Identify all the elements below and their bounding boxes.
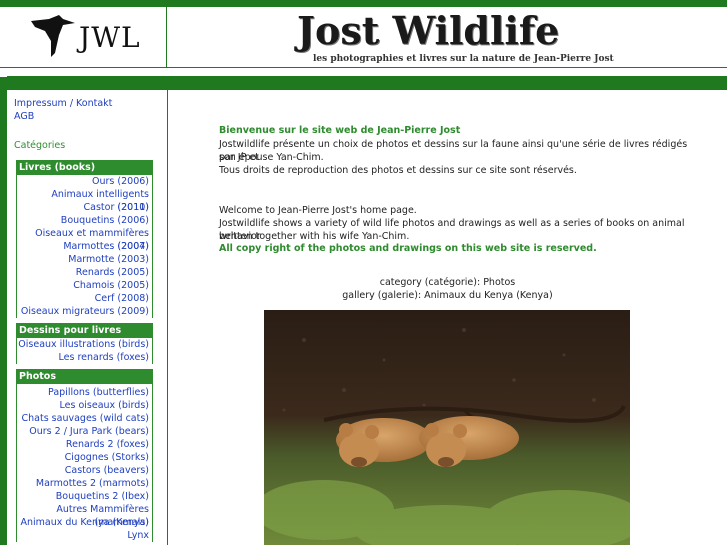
menu-item-papillons[interactable]: Papillons (butterflies) [17,386,152,399]
lion-cubs-photo-image [264,310,630,545]
menu-item-bouquetins[interactable]: Bouquetins (2006) [17,214,152,227]
menu-item-renards[interactable]: Renards (2005) [17,266,152,279]
menu-photos-header[interactable]: Photos [16,369,153,384]
left-green-strip [0,90,7,545]
site-header: JWL Jost Wildlife les photographies et l… [0,7,727,67]
menu-item-ours-2-jura[interactable]: Ours 2 / Jura Park (bears) [17,425,152,438]
agb-link[interactable]: AGB [14,111,34,122]
menu-item-renards-2[interactable]: Renards 2 (foxes) [17,438,152,451]
welcome-en: Welcome to Jean-Pierre Jost's home page. [219,205,417,216]
menu-item-marmotte-2003[interactable]: Marmotte (2003) [17,253,152,266]
menu-drawings: Dessins pour livres Oiseaux illustration… [16,323,153,364]
menu-item-oiseaux-migrateurs[interactable]: Oiseaux migrateurs (2009) [17,305,152,318]
category-line: category (catégorie): Photos [379,277,516,288]
menu-books-header[interactable]: Livres (books) [16,160,153,175]
menu-item-marmottes-2[interactable]: Marmottes 2 (marmots) [17,477,152,490]
menu-item-lynx[interactable]: Lynx [17,529,152,542]
menu-item-oiseaux-mammiferes[interactable]: Oiseaux et mammifères (2007) [17,227,152,252]
menu-item-animaux-intelligents[interactable]: Animaux intelligents (2010) [17,188,152,213]
welcome-heading-fr: Bienvenue sur le site web de Jean-Pierre… [219,125,461,136]
top-green-bar [0,0,727,7]
sidebar: Impressum / Kontakt AGB Catégories Livre… [7,90,168,545]
menu-item-autres-mammiferes[interactable]: Autres Mammifères (mammals) [17,503,152,528]
eagle-logo-icon [31,15,75,57]
menu-item-marmottes-2004[interactable]: Marmottes (2004) [17,240,152,253]
menu-item-bouquetins-2[interactable]: Bouquetins 2 (Ibex) [17,490,152,503]
menu-drawings-header[interactable]: Dessins pour livres [16,323,153,338]
menu-drawings-list: Oiseaux illustrations (birds) Les renard… [16,338,153,364]
impressum-link[interactable]: Impressum / Kontakt [14,98,112,109]
gallery-line: gallery (galerie): Animaux du Kenya (Ken… [342,290,553,301]
header-green-band [7,76,727,90]
menu-item-animaux-kenya[interactable]: Animaux du Kenya (Kenya) [17,516,152,529]
categories-label: Catégories [14,140,66,151]
copyright-en: All copy right of the photos and drawing… [219,243,597,254]
menu-photos: Photos Papillons (butterflies) Les oisea… [16,369,153,542]
menu-item-ours-2006[interactable]: Ours (2006) [17,175,152,188]
intro-fr-line2: son épouse Yan-Chim. [219,152,324,163]
menu-item-les-renards[interactable]: Les renards (foxes) [17,351,152,364]
menu-item-chamois[interactable]: Chamois (2005) [17,279,152,292]
menu-item-les-oiseaux[interactable]: Les oiseaux (birds) [17,399,152,412]
menu-photos-list: Papillons (butterflies) Les oiseaux (bir… [16,384,153,542]
intro-en-line2: written together with his wife Yan-Chim. [219,231,410,242]
main-content: Bienvenue sur le site web de Jean-Pierre… [168,90,727,545]
menu-item-chats-sauvages[interactable]: Chats sauvages (wild cats) [17,412,152,425]
site-subtitle: les photographies et livres sur la natur… [313,54,614,64]
site-title: Jost Wildlife [297,8,560,53]
gallery-photo-lion-cubs[interactable] [264,310,630,545]
site-logo[interactable]: JWL [7,7,167,67]
menu-item-cigognes[interactable]: Cigognes (Storks) [17,451,152,464]
menu-books: Livres (books) Ours (2006) Animaux intel… [16,160,153,318]
menu-item-oiseaux-illustrations[interactable]: Oiseaux illustrations (birds) [17,338,152,351]
menu-item-castors[interactable]: Castors (beavers) [17,464,152,477]
menu-item-cerf[interactable]: Cerf (2008) [17,292,152,305]
copyright-fr: Tous droits de reproduction des photos e… [219,165,577,176]
menu-item-castor[interactable]: Castor (2011) [17,201,152,214]
logo-text: JWL [79,21,141,54]
menu-books-list: Ours (2006) Animaux intelligents (2010) … [16,175,153,318]
